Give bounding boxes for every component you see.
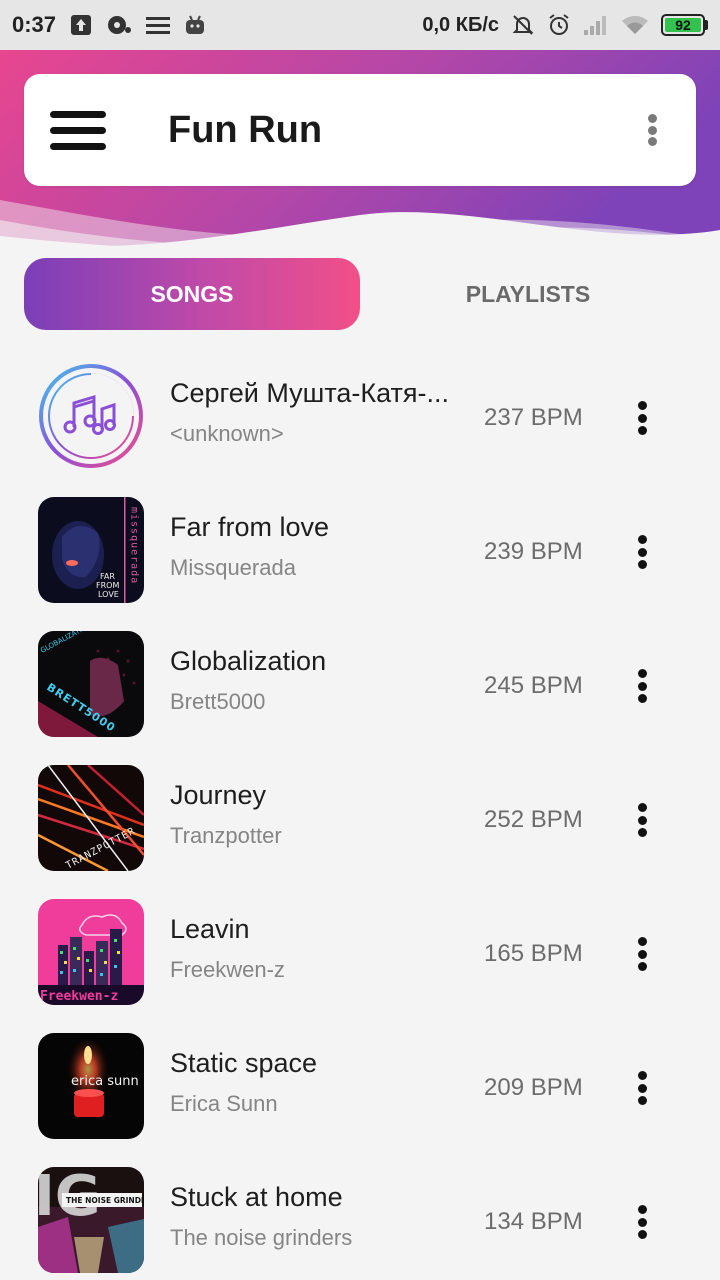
network-speed: 0,0 КБ/с bbox=[422, 13, 499, 36]
song-more-icon[interactable] bbox=[627, 532, 657, 572]
song-bpm: 209 BPM bbox=[484, 1074, 583, 1101]
battery-icon: 92 bbox=[661, 14, 708, 36]
menu-lines-icon bbox=[146, 15, 171, 35]
app-bar: Fun Run bbox=[24, 74, 696, 186]
song-bpm: 245 BPM bbox=[484, 672, 583, 699]
song-row[interactable]: GLOBALIZATION BRETT5000 Globalization Br… bbox=[0, 618, 720, 752]
tab-bar: SONGS PLAYLISTS bbox=[24, 258, 696, 330]
song-row[interactable]: Сергей Мушта-Катя-... <unknown> 237 BPM bbox=[0, 350, 720, 484]
art-text-freekwen: Freekwen-z bbox=[40, 989, 118, 1004]
song-artist: <unknown> bbox=[170, 421, 284, 446]
art-text-love: LOVE bbox=[98, 590, 119, 599]
song-row[interactable]: erica sunn Static space Erica Sunn 209 B… bbox=[0, 1020, 720, 1154]
song-artist: Freekwen-z bbox=[170, 957, 285, 982]
song-title: Far from love bbox=[170, 512, 330, 542]
tab-songs[interactable]: SONGS bbox=[24, 258, 360, 330]
songs-list: Сергей Мушта-Катя-... <unknown> 237 BPM … bbox=[0, 350, 720, 1280]
music-note-icon bbox=[38, 363, 144, 469]
song-title: Stuck at home bbox=[170, 1182, 343, 1212]
status-bar: 0:37 0,0 КБ/с 92 bbox=[0, 0, 720, 50]
song-more-icon[interactable] bbox=[627, 1202, 657, 1242]
album-art-stuck-at-home: IG THE NOISE GRINDERS bbox=[38, 1167, 144, 1273]
art-text-noise-grinders: THE NOISE GRINDERS bbox=[66, 1196, 144, 1205]
song-title: Static space bbox=[170, 1048, 318, 1078]
song-bpm: 252 BPM bbox=[484, 806, 583, 833]
tab-playlists[interactable]: PLAYLISTS bbox=[360, 258, 696, 330]
art-text-erica-sunn: erica sunn bbox=[71, 1074, 139, 1089]
song-more-icon[interactable] bbox=[627, 800, 657, 840]
status-time: 0:37 bbox=[12, 12, 57, 37]
song-more-icon[interactable] bbox=[627, 1068, 657, 1108]
upload-icon bbox=[70, 14, 92, 36]
song-title: Leavin bbox=[170, 914, 250, 944]
song-more-icon[interactable] bbox=[627, 934, 657, 974]
song-title: Globalization bbox=[170, 646, 327, 676]
album-art-far-from-love: missquerada FAR FROM LOVE bbox=[38, 497, 144, 603]
song-bpm: 239 BPM bbox=[484, 538, 583, 565]
song-artist: Erica Sunn bbox=[170, 1091, 278, 1116]
album-art-leavin: Freekwen-z bbox=[38, 899, 144, 1005]
art-text-far: FAR bbox=[100, 572, 115, 581]
overflow-menu-icon[interactable] bbox=[642, 110, 662, 150]
song-artist: The noise grinders bbox=[170, 1225, 353, 1250]
hamburger-menu-icon[interactable] bbox=[50, 100, 110, 160]
song-bpm: 237 BPM bbox=[484, 404, 583, 431]
song-title: Сергей Мушта-Катя-... bbox=[170, 378, 450, 408]
album-art-journey: TRANZPOTTER bbox=[38, 765, 144, 871]
disc-icon bbox=[106, 14, 132, 36]
song-bpm: 165 BPM bbox=[484, 940, 583, 967]
song-bpm: 134 BPM bbox=[484, 1208, 583, 1235]
song-row[interactable]: missquerada FAR FROM LOVE Far from love … bbox=[0, 484, 720, 618]
vertical-artist-text: missquerada bbox=[129, 507, 140, 584]
battery-level: 92 bbox=[665, 17, 701, 33]
album-art-globalization: GLOBALIZATION BRETT5000 bbox=[38, 631, 144, 737]
song-artist: Brett5000 bbox=[170, 689, 266, 714]
song-row[interactable]: IG THE NOISE GRINDERS Stuck at home The … bbox=[0, 1154, 720, 1280]
song-artist: Tranzpotter bbox=[170, 823, 282, 848]
song-more-icon[interactable] bbox=[627, 666, 657, 706]
wifi-icon bbox=[621, 14, 649, 36]
alarm-icon bbox=[547, 13, 571, 37]
signal-icon bbox=[583, 14, 609, 36]
bell-off-icon bbox=[511, 13, 535, 37]
song-row[interactable]: TRANZPOTTER Journey Tranzpotter 252 BPM bbox=[0, 752, 720, 886]
art-text-from: FROM bbox=[96, 581, 119, 590]
app-title: Fun Run bbox=[168, 108, 323, 151]
song-title: Journey bbox=[170, 780, 267, 810]
song-more-icon[interactable] bbox=[627, 398, 657, 438]
android-icon bbox=[184, 14, 206, 36]
song-artist: Missquerada bbox=[170, 555, 296, 580]
song-row[interactable]: Freekwen-z Leavin Freekwen-z 165 BPM bbox=[0, 886, 720, 1020]
album-art-static-space: erica sunn bbox=[38, 1033, 144, 1139]
